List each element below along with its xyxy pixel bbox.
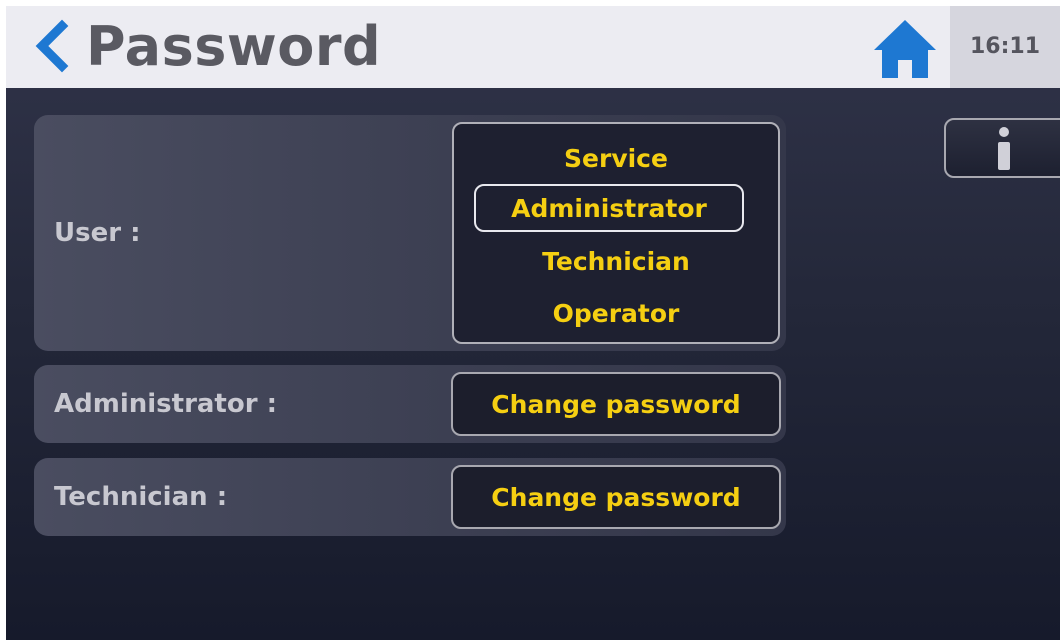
technician-change-password-button[interactable]: Change password [451,465,781,529]
chevron-left-icon [35,19,69,73]
header-bar: Password 16:11 [6,6,1060,88]
info-button[interactable] [944,118,1060,178]
clock: 16:11 [969,34,1041,59]
administrator-change-password-button[interactable]: Change password [451,372,781,436]
user-option-technician[interactable]: Technician [454,237,778,287]
page-title: Password [86,15,382,78]
home-icon [874,20,936,78]
user-option-service[interactable]: Service [454,134,778,184]
administrator-label: Administrator : [54,389,277,419]
info-icon [998,127,1010,170]
user-option-administrator[interactable]: Administrator [474,184,744,232]
screen: Password 16:11 User : Service Administra… [6,6,1060,640]
user-option-operator[interactable]: Operator [454,289,778,339]
clock-box: 16:11 [950,6,1060,88]
back-button[interactable] [24,16,84,76]
technician-label: Technician : [54,482,228,512]
home-button[interactable] [872,18,938,80]
user-select-list[interactable]: Service Administrator Technician Operato… [452,122,780,344]
user-label: User : [54,218,141,248]
